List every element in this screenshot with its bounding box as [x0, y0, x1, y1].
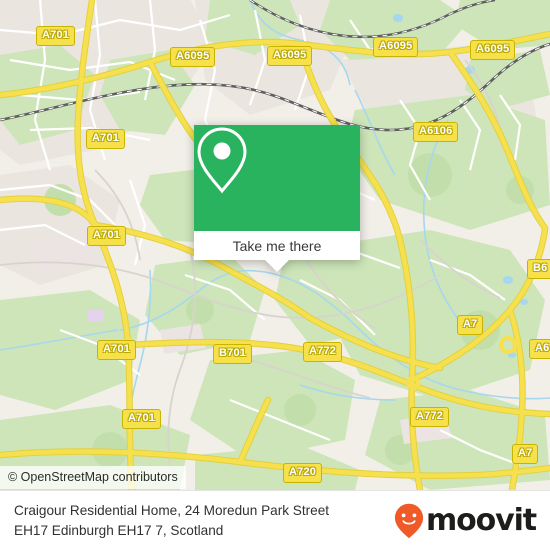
popup-header [194, 125, 360, 231]
road-shield: B701 [213, 344, 253, 364]
road-shield: A772 [410, 407, 450, 427]
moovit-wordmark: moovit [425, 502, 537, 538]
special-patch [88, 310, 104, 322]
osm-attribution[interactable]: © OpenStreetMap contributors [0, 466, 186, 489]
road-shield: A6 [529, 339, 550, 359]
road-shield: A6095 [267, 46, 313, 66]
road-shield: A7 [457, 315, 484, 335]
road-shield: A6095 [470, 40, 516, 60]
location-pin-icon [197, 127, 247, 194]
road-shield: A6095 [373, 37, 419, 57]
moovit-pin-icon [394, 503, 424, 538]
road-shield: A720 [283, 463, 323, 483]
map-canvas[interactable]: A701 A6095 A6095 A6095 A6095 A6106 A701 … [0, 0, 550, 490]
moovit-logo[interactable]: moovit [388, 502, 537, 539]
address-text: Craigour Residential Home, 24 Moredun Pa… [14, 501, 388, 540]
address-line-2: EH17 Edinburgh EH17 7, Scotland [14, 522, 224, 538]
road-shield: A701 [87, 226, 127, 246]
road-shield: B6 [527, 259, 550, 279]
take-me-there-button[interactable]: Take me there [194, 231, 360, 272]
road-shield: A6106 [413, 122, 459, 142]
road-shield: A701 [97, 340, 137, 360]
take-me-there-label: Take me there [232, 237, 322, 254]
moovit-map-screen: A701 A6095 A6095 A6095 A6095 A6106 A701 … [0, 0, 550, 550]
road-shield: A701 [86, 129, 126, 149]
address-footer: Craigour Residential Home, 24 Moredun Pa… [0, 490, 550, 550]
road-shield: A6095 [170, 47, 216, 67]
location-popup[interactable]: Take me there [194, 125, 360, 272]
road-shield: A701 [36, 26, 76, 46]
road-shield: A701 [122, 409, 162, 429]
road-shield: A7 [512, 444, 539, 464]
address-line-1: Craigour Residential Home, 24 Moredun Pa… [14, 503, 330, 519]
road-shield: A772 [303, 342, 343, 362]
popup-pointer [265, 260, 289, 272]
